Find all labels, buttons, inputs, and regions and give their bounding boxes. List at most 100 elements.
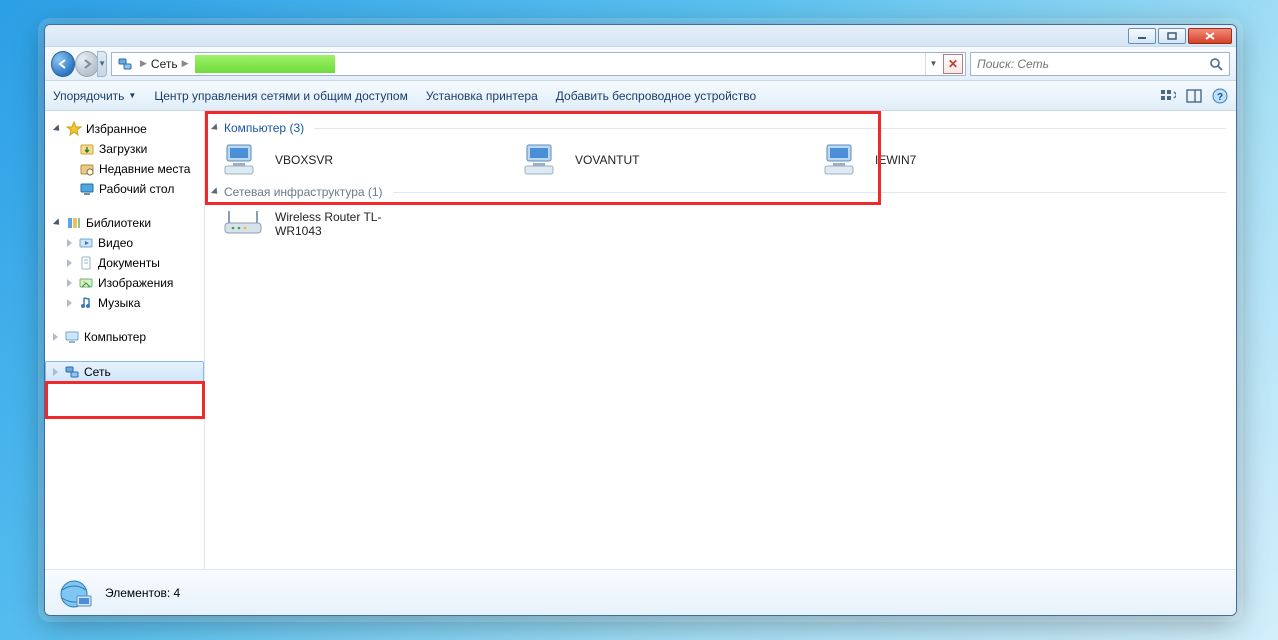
svg-text:?: ? [1217,92,1223,103]
maximize-button[interactable] [1158,28,1186,44]
expand-toggle-icon[interactable] [67,239,72,247]
tree-recent-places[interactable]: Недавние места [45,159,204,179]
navigation-pane: Избранное Загрузки Недавние места [45,111,205,569]
tree-images-label: Изображения [98,276,173,290]
router-item[interactable]: Wireless Router TL-WR1043 [221,205,421,243]
tree-video-label: Видео [98,236,133,250]
tree-libraries-group: Библиотеки Видео Документы [45,213,204,313]
breadcrumb-location[interactable]: Сеть [151,57,178,71]
content-pane: Компьютер (3) VBOXSVR VOVANTUT [205,111,1236,569]
nav-history-dropdown[interactable]: ▼ [97,51,107,77]
expand-toggle-icon[interactable] [53,218,62,227]
tree-images[interactable]: Изображения [45,273,204,293]
chevron-down-icon: ▼ [128,91,136,100]
tree-downloads[interactable]: Загрузки [45,139,204,159]
desktop-icon [79,181,95,197]
network-large-icon [55,576,93,610]
tree-computer[interactable]: Компьютер [45,327,204,347]
tree-recent-label: Недавние места [99,162,190,176]
documents-icon [78,255,94,271]
add-printer-button[interactable]: Установка принтера [426,89,538,103]
tree-video[interactable]: Видео [45,233,204,253]
computer-item-label: IEWIN7 [875,153,916,167]
search-icon[interactable] [1209,57,1223,71]
music-icon [78,295,94,311]
network-icon [64,364,80,380]
libraries-icon [66,215,82,231]
organize-menu[interactable]: Упорядочить ▼ [53,89,136,103]
tree-libraries[interactable]: Библиотеки [45,213,204,233]
add-wireless-label: Добавить беспроводное устройство [556,89,756,103]
computer-icon [64,329,80,345]
computer-large-icon [221,141,265,179]
back-button[interactable] [51,51,75,77]
group-title: Сетевая инфраструктура [224,185,365,199]
router-icon [221,205,265,243]
expand-toggle-icon[interactable] [53,333,58,341]
expand-toggle-icon[interactable] [211,187,220,196]
group-title: Компьютер [224,121,286,135]
group-divider [393,192,1226,193]
address-row: ▼ ▶ Сеть ▶ ▼ ✕ [45,47,1236,81]
address-highlight [195,55,335,73]
expand-toggle-icon[interactable] [67,299,72,307]
add-wireless-button[interactable]: Добавить беспроводное устройство [556,89,756,103]
expand-toggle-icon[interactable] [211,123,220,132]
tree-documents[interactable]: Документы [45,253,204,273]
computer-item[interactable]: VOVANTUT [521,141,721,179]
status-elements-count: Элементов: 4 [105,586,180,600]
explorer-window: ▼ ▶ Сеть ▶ ▼ ✕ Упорядочить ▼ [44,24,1237,616]
tree-music[interactable]: Музыка [45,293,204,313]
organize-label: Упорядочить [53,89,124,103]
computer-item[interactable]: VBOXSVR [221,141,421,179]
expand-toggle-icon[interactable] [53,368,58,376]
toolbar-right: ? [1160,88,1228,104]
search-input[interactable] [977,57,1209,71]
breadcrumb-sep-icon: ▶ [178,58,193,69]
star-icon [66,121,82,137]
address-clear-button[interactable]: ✕ [943,54,963,74]
downloads-icon [79,141,95,157]
computer-item[interactable]: IEWIN7 [821,141,1021,179]
group-count: (3) [289,121,304,135]
tree-network-group: Сеть [45,361,204,383]
group-items-computers: VBOXSVR VOVANTUT IEWIN7 [211,141,1226,179]
tree-favorites-group: Избранное Загрузки Недавние места [45,119,204,199]
network-center-label: Центр управления сетями и общим доступом [154,89,408,103]
titlebar [45,25,1236,47]
group-header-computers[interactable]: Компьютер (3) [211,121,1226,135]
group-count: (1) [368,185,383,199]
images-icon [78,275,94,291]
add-printer-label: Установка принтера [426,89,538,103]
preview-pane-button[interactable] [1186,88,1202,104]
address-dropdown[interactable]: ▼ [925,53,941,75]
tree-libraries-label: Библиотеки [86,216,151,230]
forward-button[interactable] [75,51,99,77]
tree-favorites-label: Избранное [86,122,147,136]
expand-toggle-icon[interactable] [53,124,62,133]
address-bar[interactable]: ▶ Сеть ▶ ▼ ✕ [111,52,966,76]
tree-favorites[interactable]: Избранное [45,119,204,139]
computer-large-icon [521,141,565,179]
search-box[interactable] [970,52,1230,76]
tree-documents-label: Документы [98,256,160,270]
tree-music-label: Музыка [98,296,140,310]
expand-toggle-icon[interactable] [67,279,72,287]
nav-back-forward: ▼ [51,49,107,79]
tree-desktop[interactable]: Рабочий стол [45,179,204,199]
view-options-button[interactable] [1160,88,1176,104]
close-button[interactable] [1188,28,1232,44]
expand-toggle-icon[interactable] [67,259,72,267]
group-header-infrastructure[interactable]: Сетевая инфраструктура (1) [211,185,1226,199]
group-items-infrastructure: Wireless Router TL-WR1043 [211,205,1226,243]
minimize-button[interactable] [1128,28,1156,44]
tree-computer-group: Компьютер [45,327,204,347]
network-center-button[interactable]: Центр управления сетями и общим доступом [154,89,408,103]
status-bar: Элементов: 4 [45,569,1236,615]
tree-network[interactable]: Сеть [45,361,204,383]
router-item-label: Wireless Router TL-WR1043 [275,210,421,238]
computer-large-icon [821,141,865,179]
video-icon [78,235,94,251]
tree-desktop-label: Рабочий стол [99,182,174,196]
help-button[interactable]: ? [1212,88,1228,104]
